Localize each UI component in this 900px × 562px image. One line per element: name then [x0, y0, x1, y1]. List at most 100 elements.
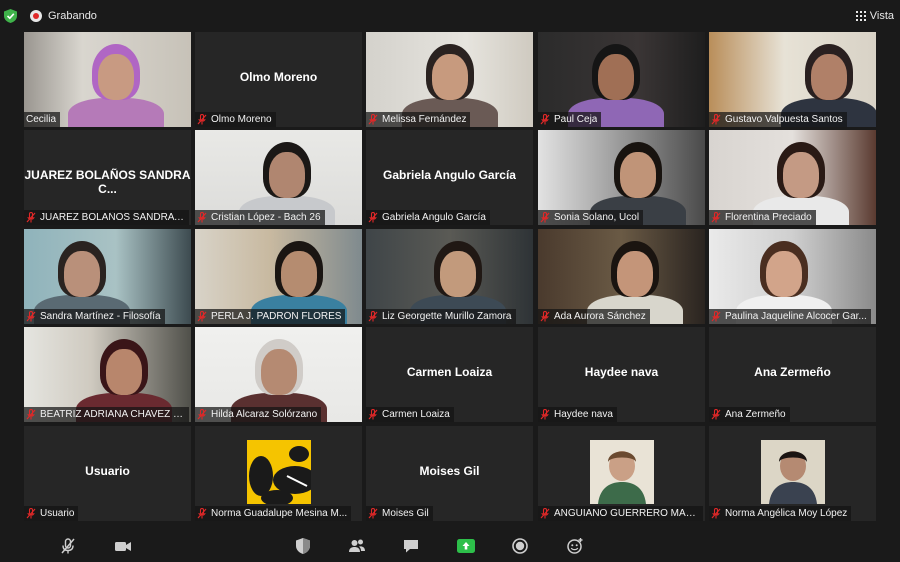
- participant-name-center: Carmen Loaiza: [406, 365, 493, 379]
- participant-label: BEATRIZ ADRIANA CHAVEZ SU...: [24, 407, 189, 422]
- participant-name: Paulina Jaqueline Alcocer Gar...: [725, 311, 867, 322]
- mic-muted-icon: [368, 212, 378, 223]
- share-screen-icon[interactable]: [457, 537, 475, 555]
- avatar: [760, 440, 825, 504]
- recording-indicator[interactable]: Grabando: [30, 8, 97, 24]
- record-button-icon[interactable]: [511, 537, 529, 555]
- participant-tile[interactable]: Sandra Martínez - Filosofía: [24, 229, 191, 324]
- participant-tile[interactable]: Liz Georgette Murillo Zamora: [366, 229, 533, 324]
- participants-icon[interactable]: [348, 537, 366, 555]
- grid-view-icon: [855, 11, 866, 21]
- mic-muted-icon: [540, 409, 550, 420]
- participant-name: PERLA J. PADRÓN FLORES: [211, 311, 342, 322]
- participant-tile[interactable]: Usuario Usuario: [24, 426, 191, 521]
- participant-name: Sandra Martínez - Filosofía: [40, 311, 161, 322]
- participant-tile[interactable]: Melissa Fernández: [366, 32, 533, 127]
- mic-muted-icon: [368, 311, 378, 322]
- participant-name: Gustavo Valpuesta Santos: [725, 114, 843, 125]
- mic-muted-icon: [711, 311, 721, 322]
- participant-tile[interactable]: Norma Guadalupe Mesina M...: [195, 426, 362, 521]
- reactions-icon[interactable]: [566, 537, 584, 555]
- participant-name: Norma Angélica Moy López: [725, 508, 848, 519]
- participant-name: Gabriela Angulo García: [382, 212, 486, 223]
- mic-muted-icon: [540, 311, 550, 322]
- participant-name: Carmen Loaiza: [382, 409, 450, 420]
- participant-name: Usuario: [40, 508, 75, 519]
- mic-muted-icon: [197, 212, 207, 223]
- participant-label: PERLA J. PADRÓN FLORES: [195, 309, 346, 324]
- participant-tile[interactable]: Ana Zermeño Ana Zermeño: [709, 327, 876, 422]
- participant-name: Hilda Alcaraz Solórzano: [211, 409, 318, 420]
- mic-muted-icon: [711, 114, 721, 125]
- mic-muted-icon: [540, 508, 550, 519]
- participant-tile[interactable]: PERLA J. PADRÓN FLORES: [195, 229, 362, 324]
- avatar: [246, 440, 311, 504]
- mic-muted-icon: [540, 114, 550, 125]
- participant-tile[interactable]: Cristian López - Bach 26: [195, 130, 362, 225]
- participant-tile[interactable]: Gustavo Valpuesta Santos: [709, 32, 876, 127]
- security-shield-icon[interactable]: [294, 537, 312, 555]
- participant-tile[interactable]: ANGUIANO GUERRERO MARI...: [538, 426, 705, 521]
- participant-label: Cecilia: [24, 112, 61, 127]
- participant-tile[interactable]: Gabriela Angulo García Gabriela Angulo Ga…: [366, 130, 533, 225]
- participant-label: Sonia Solano, Ucol: [538, 210, 644, 225]
- participant-name: Cristian López - Bach 26: [211, 212, 321, 223]
- participant-tile[interactable]: Paulina Jaqueline Alcocer Gar...: [709, 229, 876, 324]
- participant-tile[interactable]: Norma Angélica Moy López: [709, 426, 876, 521]
- participant-name: Haydee nava: [554, 409, 613, 420]
- participant-tile[interactable]: Paul Ceja: [538, 32, 705, 127]
- participant-label: Haydee nava: [538, 407, 617, 422]
- participant-tile[interactable]: Moises Gil Moises Gil: [366, 426, 533, 521]
- view-button[interactable]: Vista: [855, 8, 894, 24]
- participant-label: Norma Guadalupe Mesina M...: [195, 506, 352, 521]
- participant-label: Melissa Fernández: [366, 112, 471, 127]
- participant-tile[interactable]: BEATRIZ ADRIANA CHAVEZ SU...: [24, 327, 191, 422]
- participant-label: Norma Angélica Moy López: [709, 506, 852, 521]
- participant-tile[interactable]: Hilda Alcaraz Solórzano: [195, 327, 362, 422]
- mic-muted-icon: [368, 508, 378, 519]
- mic-muted-icon[interactable]: [59, 537, 77, 555]
- chat-icon[interactable]: [402, 537, 420, 555]
- avatar: [589, 440, 654, 504]
- participant-tile[interactable]: Cecilia: [24, 32, 191, 127]
- participant-tile[interactable]: Ada Aurora Sánchez: [538, 229, 705, 324]
- participant-tile[interactable]: Sonia Solano, Ucol: [538, 130, 705, 225]
- bottom-toolbar: [0, 530, 900, 562]
- participant-label: Liz Georgette Murillo Zamora: [366, 309, 516, 324]
- participant-name: Norma Guadalupe Mesina M...: [211, 508, 348, 519]
- shield-check-icon[interactable]: [4, 9, 17, 23]
- participant-label: Hilda Alcaraz Solórzano: [195, 407, 322, 422]
- participant-name-center: JUAREZ BOLAÑOS SANDRA C...: [24, 168, 191, 196]
- participant-name: Sonia Solano, Ucol: [554, 212, 640, 223]
- mic-muted-icon: [26, 508, 36, 519]
- mic-muted-icon: [26, 409, 36, 420]
- participant-label: Cristian López - Bach 26: [195, 210, 325, 225]
- participant-tile[interactable]: Florentina Preciado: [709, 130, 876, 225]
- participant-name-center: Haydee nava: [584, 365, 659, 379]
- participant-tile[interactable]: Haydee nava Haydee nava: [538, 327, 705, 422]
- participant-name-center: Moises Gil: [419, 464, 480, 478]
- video-camera-icon[interactable]: [114, 537, 132, 555]
- participant-name: Ana Zermeño: [725, 409, 786, 420]
- participant-name: Moises Gil: [382, 508, 429, 519]
- participant-label: Paul Ceja: [538, 112, 602, 127]
- mic-muted-icon: [540, 212, 550, 223]
- mic-muted-icon: [368, 409, 378, 420]
- participant-label: Paulina Jaqueline Alcocer Gar...: [709, 309, 871, 324]
- participant-label: Sandra Martínez - Filosofía: [24, 309, 165, 324]
- participant-label: Carmen Loaiza: [366, 407, 454, 422]
- participant-label: Florentina Preciado: [709, 210, 816, 225]
- participant-label: JUAREZ BOLAÑOS SANDRA C...: [24, 210, 189, 225]
- participant-tile[interactable]: JUAREZ BOLAÑOS SANDRA C... JUAREZ BOLAÑOS…: [24, 130, 191, 225]
- participant-name-center: Ana Zermeño: [754, 365, 831, 379]
- participant-tile[interactable]: Olmo Moreno Olmo Moreno: [195, 32, 362, 127]
- mic-muted-icon: [26, 212, 36, 223]
- participant-name: Melissa Fernández: [382, 114, 467, 125]
- participant-name: Olmo Moreno: [211, 114, 272, 125]
- participant-name-center: Olmo Moreno: [239, 70, 318, 84]
- participant-name: Liz Georgette Murillo Zamora: [382, 311, 512, 322]
- participant-tile[interactable]: Carmen Loaiza Carmen Loaiza: [366, 327, 533, 422]
- mic-muted-icon: [711, 409, 721, 420]
- record-icon: [30, 10, 42, 22]
- mic-muted-icon: [711, 508, 721, 519]
